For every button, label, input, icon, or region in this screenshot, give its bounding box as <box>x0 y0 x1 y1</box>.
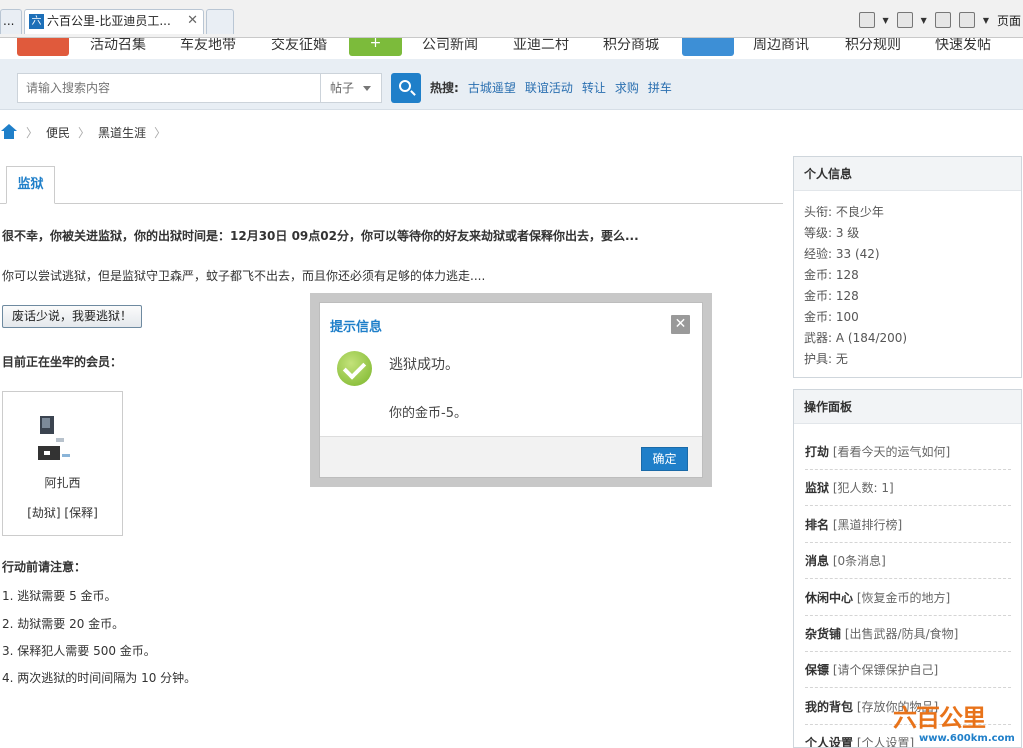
chevron-down-icon[interactable]: ▼ <box>921 16 927 25</box>
panel-title: 个人信息 <box>794 157 1021 191</box>
info-row: 经验: 33 (42) <box>804 247 880 261</box>
breadcrumb: 〉 便民 〉 黑道生涯 〉 <box>0 122 166 142</box>
nav-item[interactable]: 快速发帖 <box>935 38 991 52</box>
close-icon[interactable]: ✕ <box>671 315 690 334</box>
print-icon[interactable] <box>958 12 975 28</box>
breadcrumb-item[interactable]: 便民 <box>46 124 70 141</box>
watermark-text: 六百公里 <box>893 703 986 732</box>
panel-title: 操作面板 <box>794 390 1021 424</box>
note-item: 2. 劫狱需要 20 金币。 <box>2 617 125 631</box>
chevron-down-icon[interactable]: ▼ <box>983 16 989 25</box>
tab-label: ... <box>3 14 15 28</box>
info-row: 头衔: 不良少年 <box>804 205 884 219</box>
chevron-right-icon: 〉 <box>78 125 91 140</box>
members-title: 目前正在坐牢的会员： <box>2 355 123 369</box>
nav-item[interactable]: 交友征婚 <box>271 38 327 52</box>
breadcrumb-item[interactable]: 黑道生涯 <box>98 124 146 141</box>
op-item[interactable]: 休闲中心 [恢复金币的地方] <box>805 580 1011 616</box>
browser-tab-active[interactable]: 六 六百公里-比亚迪员工... ✕ <box>24 9 204 34</box>
info-row: 金币: 128 <box>804 268 859 282</box>
rss-icon[interactable] <box>896 12 913 28</box>
dialog-message: 逃狱成功。 <box>389 357 459 373</box>
op-item[interactable]: 打劫 [看看今天的运气如何] <box>805 434 1011 470</box>
note-item: 1. 逃狱需要 5 金币。 <box>2 589 117 603</box>
watermark-url: www.600km.com <box>919 733 1015 744</box>
info-row: 等级: 3 级 <box>804 226 860 240</box>
watermark-logo: 六百公里 www.600km.com <box>893 698 1021 746</box>
member-actions[interactable]: [劫狱] [保释] <box>3 504 122 521</box>
info-row: 护具: 无 <box>804 352 848 366</box>
hot-link[interactable]: 拼车 <box>648 79 672 96</box>
op-item[interactable]: 监狱 [犯人数: 1] <box>805 470 1011 506</box>
note-item: 3. 保释犯人需要 500 金币。 <box>2 644 156 658</box>
nav-badge-plus-icon[interactable]: + <box>349 38 402 56</box>
info-dialog: 提示信息 ✕ 逃狱成功。 你的金币-5。 确定 <box>319 302 703 478</box>
nav-item[interactable]: 亚迪二村 <box>513 38 569 52</box>
nav-item[interactable]: 积分商城 <box>603 38 659 52</box>
avatar[interactable] <box>36 414 74 464</box>
nav-item[interactable]: 周边商讯 <box>753 38 809 52</box>
mail-icon[interactable] <box>934 12 951 28</box>
home-icon[interactable] <box>858 12 875 28</box>
info-row: 金币: 100 <box>804 310 859 324</box>
op-item[interactable]: 杂货铺 [出售武器/防具/食物] <box>805 616 1011 652</box>
modal-overlay: 提示信息 ✕ 逃狱成功。 你的金币-5。 确定 <box>310 293 712 487</box>
browser-chrome: ... 六 六百公里-比亚迪员工... ✕ ▼ ▼ ▼ 页面 <box>0 0 1023 38</box>
search-button[interactable] <box>391 73 421 103</box>
nav-item[interactable]: 公司新闻 <box>422 38 478 52</box>
chevron-right-icon: 〉 <box>26 125 39 140</box>
info-row: 武器: A (184/200) <box>804 331 908 345</box>
search-bar: 帖子 热搜: 古城遥望 联谊活动 转让 求购 拼车 <box>0 59 1023 110</box>
close-tab-icon[interactable]: ✕ <box>187 10 198 32</box>
hot-link[interactable]: 联谊活动 <box>525 79 573 96</box>
hot-search-label: 热搜: <box>430 81 459 95</box>
escape-hint: 你可以尝试逃狱，但是监狱守卫森严，蚊子都飞不出去，而且你还必须有足够的体力逃走.… <box>2 269 486 283</box>
escape-button[interactable]: 废话少说，我要逃狱！ <box>2 305 143 328</box>
tab-prison[interactable]: 监狱 <box>6 166 55 204</box>
new-tab-button[interactable] <box>206 9 234 34</box>
nav-badge-search-icon[interactable] <box>682 38 734 56</box>
page-menu[interactable]: 页面 <box>997 12 1021 29</box>
tab-label: 六百公里-比亚迪员工... <box>47 14 171 28</box>
chevron-down-icon[interactable]: ▼ <box>883 16 889 25</box>
home-icon[interactable] <box>0 124 18 140</box>
note-item: 4. 两次逃狱的时间间隔为 10 分钟。 <box>2 671 197 685</box>
nav-badge-icon[interactable] <box>17 38 69 56</box>
site-favicon-icon: 六 <box>29 14 44 29</box>
prison-notice: 很不幸，你被关进监狱，你的出狱时间是：12月30日 09点02分，你可以等待你的… <box>2 229 639 243</box>
op-item[interactable]: 消息 [0条消息] <box>805 543 1011 579</box>
info-row: 金币: 128 <box>804 289 859 303</box>
notes-title: 行动前请注意： <box>2 560 87 574</box>
confirm-button[interactable]: 确定 <box>641 447 688 471</box>
search-type-select[interactable]: 帖子 <box>320 73 382 103</box>
dialog-detail: 你的金币-5。 <box>389 406 467 421</box>
member-card: 阿扎西 [劫狱] [保释] <box>2 391 123 536</box>
chevron-down-icon <box>363 86 371 91</box>
dialog-title: 提示信息 <box>330 320 383 335</box>
tab-bar: 监狱 <box>0 162 783 204</box>
nav-item[interactable]: 车友地带 <box>180 38 236 52</box>
operations-panel: 操作面板 打劫 [看看今天的运气如何] 监狱 [犯人数: 1] 排名 [黑道排行… <box>793 389 1022 748</box>
chevron-right-icon: 〉 <box>154 125 167 140</box>
nav-item[interactable]: 积分规则 <box>845 38 901 52</box>
hot-search: 热搜: 古城遥望 联谊活动 转让 求购 拼车 <box>430 79 672 96</box>
member-name[interactable]: 阿扎西 <box>3 474 122 491</box>
op-item[interactable]: 排名 [黑道排行榜] <box>805 507 1011 543</box>
search-icon <box>399 80 411 92</box>
nav-item[interactable]: 活动召集 <box>90 38 146 52</box>
personal-info-panel: 个人信息 头衔: 不良少年 等级: 3 级 经验: 33 (42) 金币: 12… <box>793 156 1022 378</box>
browser-toolbar: ▼ ▼ ▼ 页面 <box>858 10 1023 30</box>
hot-link[interactable]: 转让 <box>582 79 606 96</box>
success-check-icon <box>337 351 372 386</box>
search-input[interactable] <box>17 73 320 103</box>
dialog-footer: 确定 <box>320 436 702 477</box>
hot-link[interactable]: 求购 <box>615 79 639 96</box>
browser-tab[interactable]: ... <box>0 9 22 34</box>
site-nav: 活动召集 车友地带 交友征婚 + 公司新闻 亚迪二村 积分商城 周边商讯 积分规… <box>0 38 1023 59</box>
hot-link[interactable]: 古城遥望 <box>468 79 516 96</box>
op-item[interactable]: 保镖 [请个保镖保护自己] <box>805 652 1011 688</box>
